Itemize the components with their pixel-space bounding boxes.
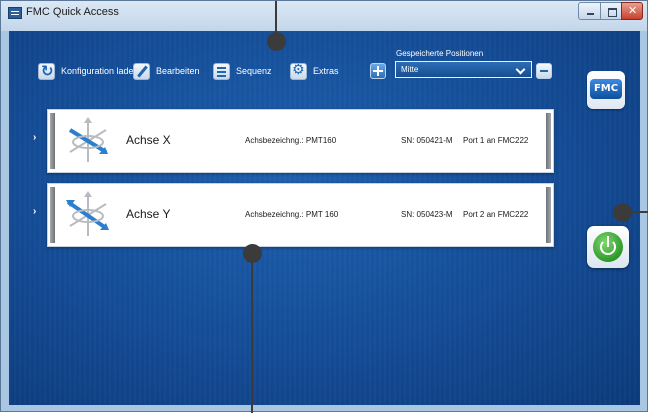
gear-icon — [290, 62, 307, 80]
card-edge-left — [50, 113, 55, 169]
sequence-button[interactable]: Sequenz — [213, 62, 272, 80]
load-config-button[interactable]: Konfiguration laden — [38, 62, 139, 80]
callout-line — [251, 253, 253, 413]
edit-label: Bearbeiten — [156, 66, 200, 76]
app-icon — [8, 7, 22, 19]
edit-button[interactable]: Bearbeiten — [133, 62, 200, 80]
chevron-down-icon — [515, 64, 526, 75]
axis-card-x[interactable]: Achse X Achsbezeichng.: PMT160 SN: 05042… — [47, 109, 554, 173]
main-panel: Konfiguration laden Bearbeiten Sequenz E… — [9, 31, 640, 405]
minimize-button[interactable] — [578, 2, 601, 20]
axis-port: Port 1 an FMC222 — [463, 136, 529, 145]
axis-serial: SN: 050423-M — [401, 210, 453, 219]
power-button[interactable] — [587, 226, 629, 268]
remove-position-button[interactable] — [536, 63, 552, 79]
axis-serial: SN: 050421-M — [401, 136, 453, 145]
axis-description: Achsbezeichng.: PMT 160 — [245, 210, 339, 219]
axis-name: Achse X — [126, 133, 171, 147]
card-edge-right — [546, 187, 551, 243]
card-edge-left — [50, 187, 55, 243]
axis-x-icon — [68, 117, 108, 162]
callout-marker — [613, 203, 632, 222]
axis-y-icon — [66, 191, 109, 236]
extras-label: Extras — [313, 66, 339, 76]
maximize-button[interactable] — [600, 2, 622, 20]
close-button[interactable] — [621, 2, 643, 20]
fmc-logo-text: FMC — [590, 79, 622, 99]
saved-positions-value: Mitte — [401, 65, 419, 74]
title-bar: FMC Quick Access — [1, 1, 647, 31]
list-icon — [213, 62, 230, 80]
expand-axis-x-button[interactable]: › — [33, 132, 36, 143]
callout-marker — [267, 32, 286, 51]
sequence-label: Sequenz — [236, 66, 272, 76]
expand-axis-y-button[interactable]: › — [33, 206, 36, 217]
axis-description: Achsbezeichng.: PMT160 — [245, 136, 337, 145]
saved-positions-label: Gespeicherte Positionen — [396, 49, 484, 58]
axis-card-y[interactable]: Achse Y Achsbezeichng.: PMT 160 SN: 0504… — [47, 183, 554, 247]
axis-name: Achse Y — [126, 207, 171, 221]
app-window: FMC Quick Access Konfiguration laden Bea… — [0, 0, 648, 413]
pencil-icon — [133, 62, 150, 80]
card-edge-right — [546, 113, 551, 169]
callout-marker — [243, 244, 262, 263]
axis-port: Port 2 an FMC222 — [463, 210, 529, 219]
refresh-icon — [38, 62, 55, 80]
fmc-logo: FMC — [587, 71, 625, 109]
extras-button[interactable]: Extras — [290, 62, 339, 80]
power-icon — [593, 232, 623, 262]
load-config-label: Konfiguration laden — [61, 66, 139, 76]
add-position-button[interactable] — [370, 63, 386, 79]
saved-positions-select[interactable]: Mitte — [395, 61, 532, 78]
window-title: FMC Quick Access — [26, 6, 119, 18]
